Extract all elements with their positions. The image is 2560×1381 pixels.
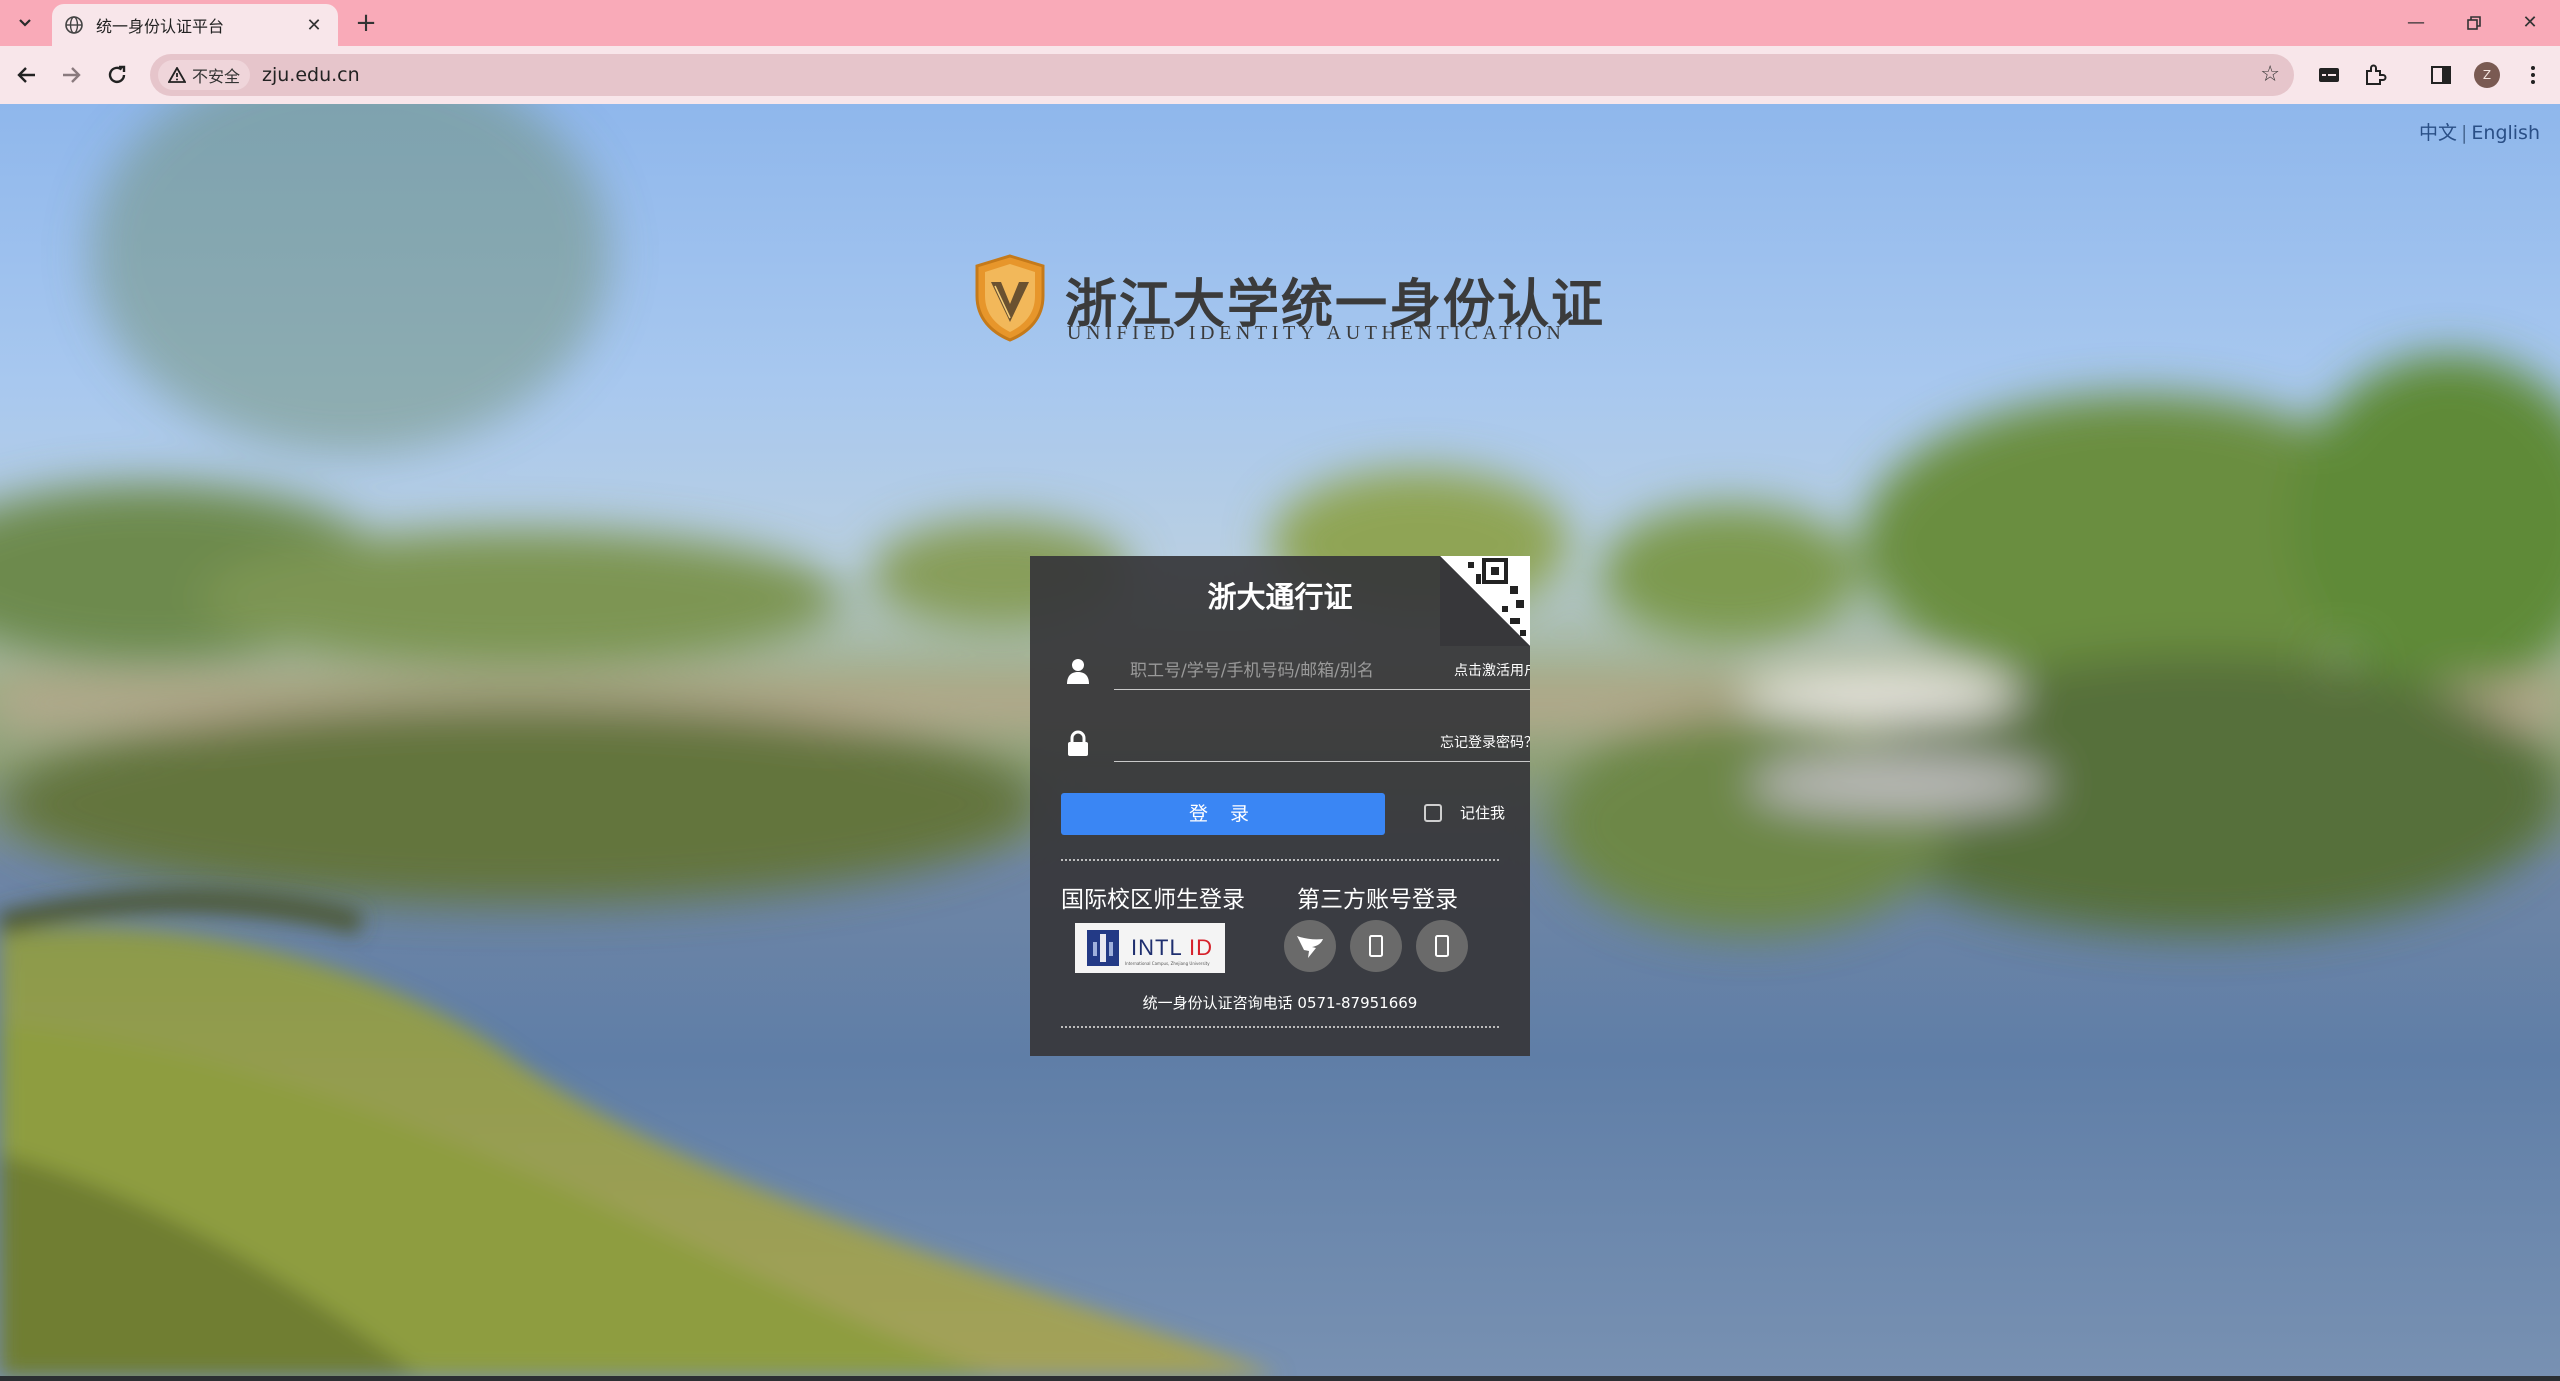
arrow-left-icon — [17, 67, 35, 83]
active-tab[interactable]: 统一身份认证平台 ✕ — [52, 4, 338, 46]
forgot-password-link[interactable]: 忘记登录密码？ — [1440, 732, 1530, 752]
password-field[interactable]: 忘记登录密码？ — [1114, 718, 1530, 762]
intl-login-heading: 国际校区师生登录 — [1061, 887, 1245, 913]
close-window-button[interactable]: ✕ — [2510, 8, 2550, 38]
remember-me[interactable]: 记住我 — [1424, 802, 1505, 823]
tab-title: 统一身份认证平台 — [96, 17, 225, 36]
user-icon — [1067, 659, 1089, 684]
security-label: 不安全 — [192, 67, 241, 86]
remember-me-checkbox[interactable] — [1424, 803, 1442, 822]
logo-subtitle: UNIFIED IDENTITY AUTHENTICATION — [1067, 322, 1566, 344]
window-bottom-edge — [0, 1376, 2560, 1381]
qr-code-login-icon[interactable] — [1440, 556, 1530, 646]
lang-zh-link[interactable]: 中文 — [2419, 122, 2457, 144]
new-tab-button[interactable]: + — [350, 8, 382, 38]
username-placeholder: 职工号/学号/手机号码/邮箱/别名 — [1130, 661, 1374, 681]
more-menu-icon[interactable] — [2520, 62, 2546, 88]
chevron-down-icon — [19, 19, 31, 27]
reload-icon — [108, 65, 126, 84]
profile-avatar[interactable]: Z — [2474, 62, 2500, 88]
mobile-login-button-1[interactable] — [1350, 920, 1402, 972]
reload-button[interactable] — [102, 60, 132, 90]
browser-toolbar: 不安全 zju.edu.cn ☆ — [0, 46, 2560, 104]
divider-bottom — [1061, 1026, 1499, 1028]
bookmark-star-icon[interactable]: ☆ — [2260, 62, 2280, 87]
intl-id-login-button[interactable]: INTL ID International Campus, Zhejiang U… — [1075, 923, 1225, 973]
forward-button[interactable] — [56, 60, 86, 90]
zju-shield-icon — [975, 254, 1045, 342]
language-switcher: 中文 | English — [2419, 118, 2540, 145]
lang-en-link[interactable]: English — [2471, 122, 2540, 144]
intl-id-emblem-icon — [1087, 930, 1119, 966]
site-logo: 浙江大学统一身份认证 UNIFIED IDENTITY AUTHENTICATI… — [973, 254, 1603, 350]
restore-button[interactable] — [2454, 8, 2494, 38]
mobile-phone-icon — [1369, 935, 1383, 957]
intl-logo-id: ID — [1188, 935, 1213, 960]
browser-tab-bar: 统一身份认证平台 ✕ + — ✕ — [0, 0, 2560, 46]
mobile-phone-icon — [1435, 935, 1449, 957]
dingtalk-login-button[interactable] — [1284, 920, 1336, 972]
tab-search-button[interactable] — [10, 10, 40, 36]
extensions-icon[interactable] — [2362, 62, 2388, 88]
login-card: 浙大通行证 职工号/学号/手机号码/邮箱/别名 点击激活用户 忘记登录密码？ 登… — [1030, 556, 1530, 1056]
cast-media-icon[interactable] — [2316, 62, 2342, 88]
login-button[interactable]: 登 录 — [1061, 793, 1385, 835]
url-text[interactable]: zju.edu.cn — [262, 64, 360, 86]
intl-logo-text: INTL — [1131, 935, 1182, 960]
tab-close-icon[interactable]: ✕ — [302, 15, 326, 36]
mobile-login-button-2[interactable] — [1416, 920, 1468, 972]
support-hotline: 统一身份认证咨询电话 0571-87951669 — [1142, 994, 1418, 1012]
lang-separator: | — [2460, 122, 2468, 144]
globe-icon — [65, 16, 83, 34]
activate-user-link[interactable]: 点击激活用户 — [1454, 660, 1530, 680]
lock-icon — [1068, 730, 1088, 756]
third-party-heading: 第三方账号登录 — [1297, 887, 1458, 913]
username-field[interactable]: 职工号/学号/手机号码/邮箱/别名 点击激活用户 — [1114, 646, 1530, 690]
back-button[interactable] — [12, 60, 42, 90]
address-bar[interactable]: 不安全 zju.edu.cn ☆ — [150, 54, 2294, 96]
minimize-button[interactable]: — — [2396, 8, 2436, 38]
security-chip[interactable]: 不安全 — [158, 60, 251, 90]
warning-triangle-icon — [168, 67, 186, 83]
divider — [1061, 859, 1499, 861]
dingtalk-wing-icon — [1297, 936, 1323, 958]
intl-logo-caption: International Campus, Zhejiang Universit… — [1125, 961, 1210, 966]
remember-me-label: 记住我 — [1460, 804, 1506, 822]
side-panel-icon[interactable] — [2428, 62, 2454, 88]
restore-icon — [2467, 16, 2481, 30]
arrow-right-icon — [63, 67, 81, 83]
